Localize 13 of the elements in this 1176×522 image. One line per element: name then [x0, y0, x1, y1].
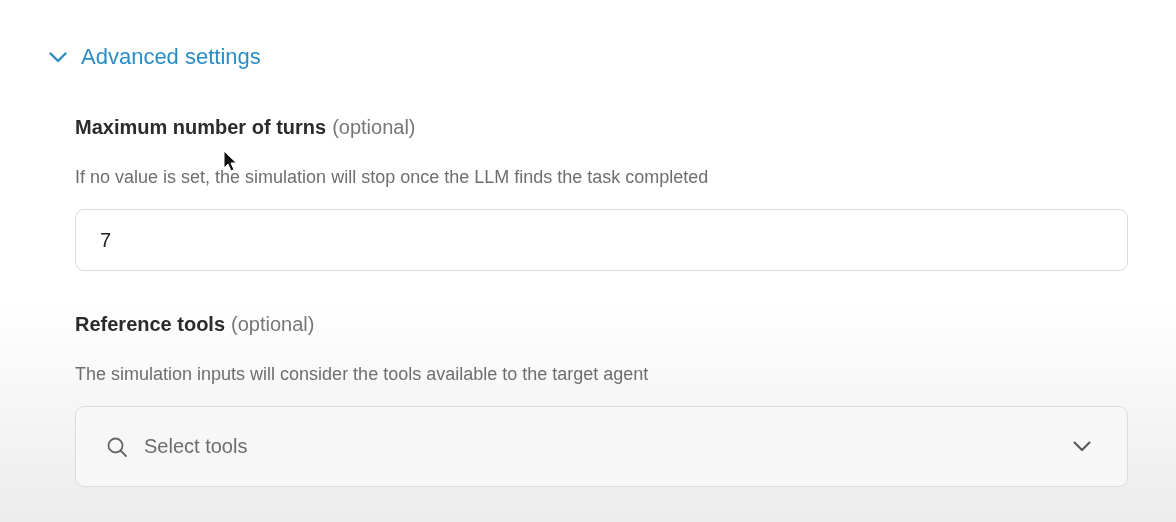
chevron-down-icon [1073, 441, 1091, 452]
number-input-field[interactable]: 7 [75, 209, 1128, 271]
pointer-icon [223, 150, 237, 172]
field-description: The simulation inputs will consider the tools available to the target agent [75, 363, 650, 385]
search-icon [106, 435, 128, 458]
tools-select-field[interactable]: Select tools [75, 406, 1128, 487]
chevron-down-icon [49, 51, 67, 63]
advanced-settings-toggle[interactable]: Advanced settings [49, 44, 261, 70]
field-description: If no value is set, the simulation will stop once the LLM finds the task completed [75, 166, 710, 188]
field-label: Reference tools [75, 312, 226, 336]
field-label: Maximum number of turns [75, 115, 327, 139]
optional-note: (optional) [332, 115, 416, 139]
optional-note: (optional) [231, 312, 315, 336]
